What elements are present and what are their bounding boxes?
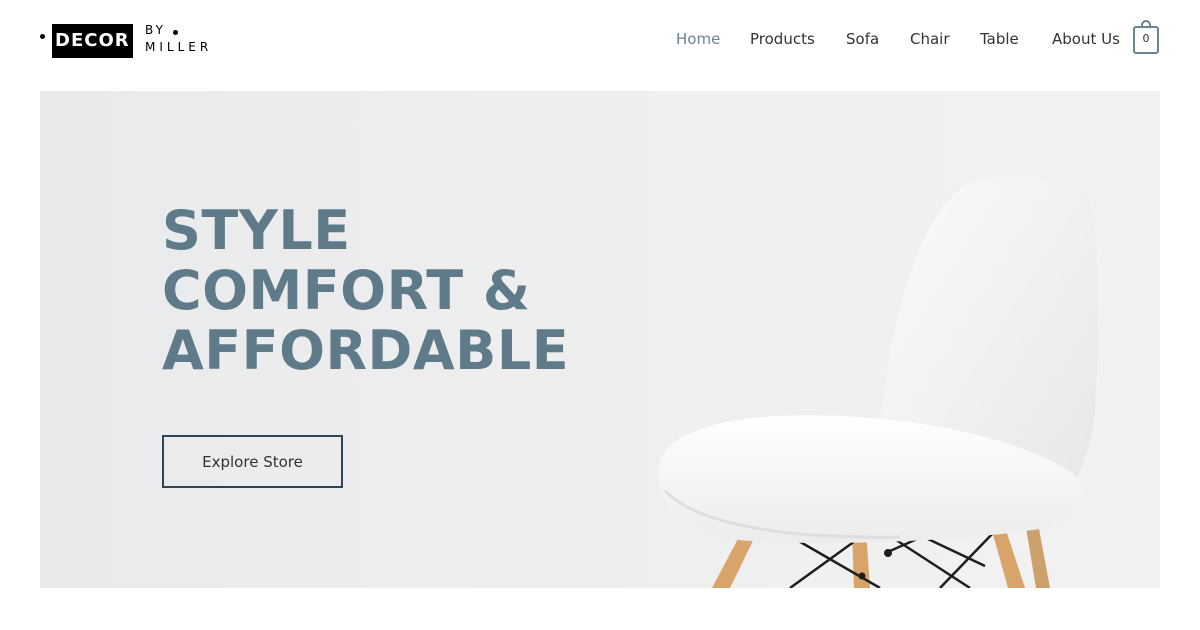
- cart-count: 0: [1142, 32, 1150, 45]
- logo-by-text: BY: [145, 23, 166, 37]
- logo-dot: [173, 30, 178, 35]
- logo-decor-text: DECOR: [52, 24, 133, 58]
- nav-item-table[interactable]: Table: [980, 30, 1019, 48]
- hero-headline: STYLE COMFORT & AFFORDABLE: [162, 201, 569, 381]
- shopping-bag-icon: [1141, 20, 1151, 28]
- white-chair-image: [658, 176, 1099, 588]
- explore-store-button[interactable]: Explore Store: [162, 435, 343, 488]
- nav-item-home[interactable]: Home: [676, 30, 720, 48]
- hero-banner: STYLE COMFORT & AFFORDABLE Explore Store: [40, 91, 1160, 588]
- nav-item-products[interactable]: Products: [750, 30, 815, 48]
- headline-line: COMFORT &: [162, 259, 531, 322]
- nav-item-chair[interactable]: Chair: [910, 30, 950, 48]
- nav-item-about-us[interactable]: About Us: [1052, 30, 1120, 48]
- cart-button[interactable]: 0: [1133, 20, 1159, 54]
- site-header: DECOR BY MILLER Home Products Sofa Chair…: [0, 0, 1200, 82]
- headline-line: AFFORDABLE: [162, 319, 570, 382]
- headline-line: STYLE: [162, 199, 351, 262]
- brand-logo[interactable]: DECOR BY MILLER: [40, 22, 230, 62]
- logo-dot: [40, 34, 45, 39]
- nav-item-sofa[interactable]: Sofa: [846, 30, 879, 48]
- logo-miller-text: MILLER: [145, 40, 213, 54]
